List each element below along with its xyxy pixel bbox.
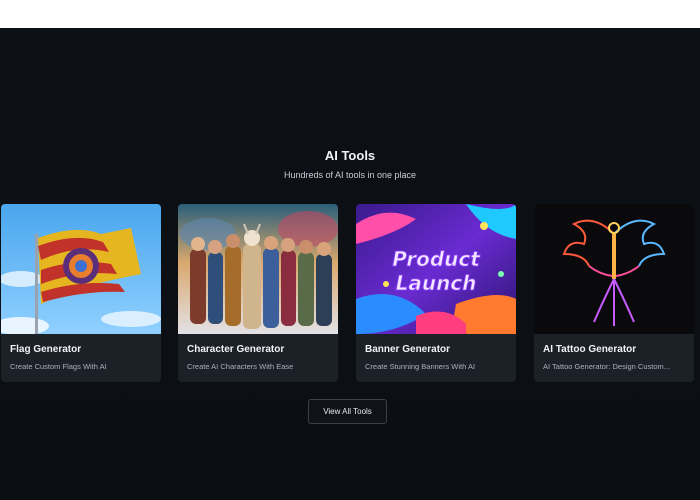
- banner-art-text-line2: Launch: [396, 271, 477, 295]
- tool-card-banner-generator[interactable]: Product Launch Banner Generator Create S…: [356, 204, 516, 382]
- tool-card-description: AI Tattoo Generator: Design Custom...: [543, 362, 671, 371]
- tool-card-name: AI Tattoo Generator: [543, 344, 637, 355]
- top-bar: [0, 0, 700, 28]
- tool-card-character-generator[interactable]: Character Generator Create AI Characters…: [178, 204, 338, 382]
- tool-card-name: Flag Generator: [10, 344, 82, 355]
- tool-card-description: Create Custom Flags With AI: [10, 362, 107, 371]
- phoenix-image: [534, 204, 694, 334]
- banner-image: Product Launch: [356, 204, 516, 334]
- banner-art-text-line1: Product: [392, 247, 481, 271]
- tool-card-description: Create Stunning Banners With AI: [365, 362, 476, 371]
- characters-image: [178, 204, 338, 334]
- tool-card-flag-generator[interactable]: Flag Generator Create Custom Flags With …: [1, 204, 161, 382]
- tool-card-name: Banner Generator: [365, 344, 451, 355]
- tool-card-ai-tattoo-generator[interactable]: AI Tattoo Generator AI Tattoo Generator:…: [534, 204, 694, 382]
- flag-image: [1, 204, 161, 334]
- section-title: AI Tools: [324, 148, 376, 163]
- tool-card-description: Create AI Characters With Ease: [187, 362, 294, 371]
- section-subtitle: Hundreds of AI tools in one place: [283, 170, 417, 180]
- tool-card-name: Character Generator: [187, 344, 285, 355]
- view-all-tools-button[interactable]: View All Tools: [308, 399, 387, 424]
